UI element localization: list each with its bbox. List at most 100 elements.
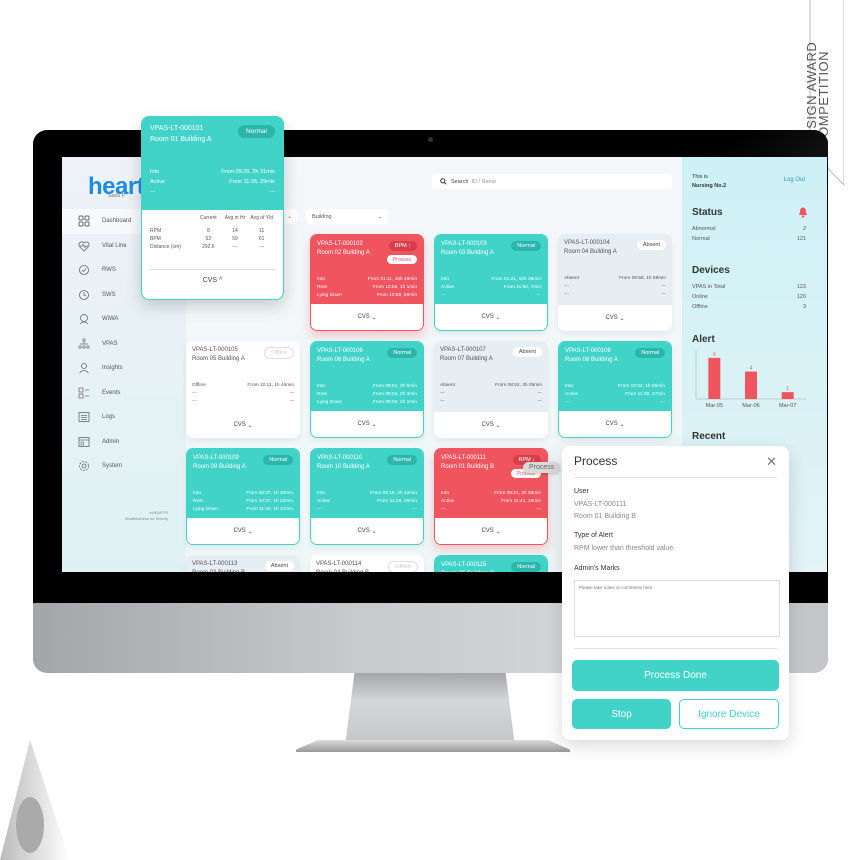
device-card[interactable]: VPAS-LT-000115Room 05 Building BNormalCV…	[434, 555, 548, 572]
table-cell: ---	[232, 244, 238, 250]
status-row-normal: Normal 121	[692, 236, 806, 242]
device-card[interactable]: VPAS-LT-000104 Room 04 Building A Absent Ab…	[558, 234, 672, 331]
cvs-expand-button[interactable]: CVS ⌄	[311, 304, 423, 330]
bar-value-label: 1	[786, 386, 789, 392]
activity-label: Rest	[317, 392, 327, 397]
sidebar-item-insights[interactable]: Insights	[62, 356, 186, 381]
user-icon	[78, 362, 90, 374]
device-card[interactable]: VPAS-LT-000102 Room 02 Building A BPM ↑ Pro…	[310, 234, 424, 331]
activity-time: From 10:56, 1h 1min	[372, 285, 417, 290]
nurse-name: Nursing No.2	[692, 183, 727, 189]
footer-tagline: Healthfulness for Elderly	[124, 516, 168, 521]
close-icon[interactable]: ✕	[766, 454, 777, 470]
activity-label: Into	[441, 491, 450, 496]
activity-label: ---	[441, 293, 446, 298]
activity-rows: Absent From 09:58, 1h 59min --- --- --- ---	[564, 275, 666, 299]
table-cell: 292.6	[202, 244, 215, 250]
table-header: Current Avg in Hr Avg of Yld	[150, 215, 275, 221]
card-header: VPAS-LT-000111 Room 01 Building B RPM ↓ Pro…	[435, 449, 547, 520]
cvs-expand-button[interactable]: CVS ⌄	[559, 411, 671, 437]
award-logo-icon	[0, 740, 70, 860]
device-card[interactable]: VPAS-LT-000103 Room 03 Building A Normal In…	[434, 234, 548, 331]
activity-row: Rest From 09:04, 2h 3min	[317, 391, 417, 399]
activity-row: --- ---	[565, 399, 665, 407]
device-card[interactable]: VPAS-LT-000113Room 03 Building BAbsentCV…	[186, 555, 300, 572]
activity-rows: Into From 09:15, 2h 42min Active From 11:28…	[317, 490, 417, 514]
search-input[interactable]: Search ID / Name	[432, 174, 672, 189]
device-card[interactable]: VPAS-LT-000106 Room 06 Building A Normal In…	[310, 341, 424, 438]
activity-time: ---	[661, 284, 666, 289]
activity-row: --- ---	[192, 398, 294, 406]
cvs-expand-button[interactable]: CVS ⌄	[187, 518, 299, 544]
column-header: Avg of Yld	[250, 215, 273, 221]
activity-time: From 09:06, 2h 1min	[372, 400, 417, 405]
status-badge: Absent	[636, 240, 666, 250]
cvs-label: CVS	[357, 314, 370, 320]
cvs-expand-button[interactable]: CVS ⌄	[434, 412, 548, 438]
activity-time: From 11:30, 27min	[625, 392, 665, 397]
sidebar-item-wiwa[interactable]: WiWA	[62, 307, 186, 332]
cvs-collapse-button[interactable]: CVS ^	[142, 277, 283, 284]
sidebar-item-events[interactable]: Events	[62, 381, 186, 406]
sidebar-item-logs[interactable]: Logs	[62, 405, 186, 430]
admin-marks-input[interactable]	[574, 580, 780, 637]
status-badge: Absent	[512, 347, 542, 357]
device-card[interactable]: VPAS-LT-000110 Room 10 Building A Normal In…	[310, 448, 424, 545]
table-cell: 59	[232, 236, 238, 242]
sidebar-item-admin[interactable]: Admin	[62, 430, 186, 455]
activity-time: ---	[536, 507, 541, 512]
divider	[574, 648, 777, 649]
activity-row: --- ---	[440, 390, 542, 398]
cvs-expand-button[interactable]: CVS ⌄	[435, 518, 547, 544]
cvs-label: CVS	[357, 528, 370, 534]
admin-marks-label: Admin's Marks	[574, 565, 620, 572]
alert-bar	[745, 371, 757, 399]
cvs-label: CVS	[481, 314, 494, 320]
ignore-device-button[interactable]: Ignore Device	[679, 699, 779, 729]
device-card[interactable]: VPAS-LT-000114Room 04 Building BOfflineC…	[310, 555, 424, 572]
bell-icon[interactable]	[798, 207, 808, 218]
activity-label: ---	[192, 391, 197, 396]
activity-label: ---	[441, 507, 446, 512]
device-card[interactable]: VPAS-LT-000105 Room 05 Building A Offline O…	[186, 341, 300, 438]
activity-row: Into From 08:27, 1h 30min	[193, 490, 293, 498]
device-card[interactable]: VPAS-LT-000109 Room 09 Building A Normal In…	[186, 448, 300, 545]
status-label: Normal	[692, 236, 710, 242]
activity-row: Into From 09:21, 2h 36min	[441, 490, 541, 498]
cvs-expand-button[interactable]: CVS ⌄	[311, 411, 423, 437]
activity-time: From 11:50, 7min	[503, 285, 541, 290]
chevron-down-icon: ⌄	[371, 421, 377, 428]
monitor-stand	[345, 673, 515, 743]
sidebar-item-vpas[interactable]: VPAS	[62, 332, 186, 357]
building-dropdown[interactable]: Building ⌄	[306, 209, 388, 224]
stop-button[interactable]: Stop	[572, 699, 671, 729]
device-card[interactable]: VPAS-LT-000108 Room 08 Building A Normal In…	[558, 341, 672, 438]
logout-link[interactable]: Log Out	[784, 177, 805, 183]
status-badge: Normal	[238, 125, 275, 138]
cvs-expand-button[interactable]: CVS ⌄	[311, 518, 423, 544]
device-card[interactable]: VPAS-LT-000107 Room 07 Building A Absent Ab…	[434, 341, 548, 438]
user-label: User	[574, 488, 589, 495]
activity-label: Lying Down	[193, 507, 218, 512]
activity-row: Into From 10:02, 1h 55min	[565, 383, 665, 391]
activity-time: ---	[661, 292, 666, 297]
activity-label: ---	[565, 400, 570, 405]
sidebar-item-system[interactable]: System	[62, 454, 186, 479]
device-card-expanded[interactable]: VPAS-LT-000101 Room 01 Building A Normal…	[141, 116, 284, 300]
card-header: VPAS-LT-000105 Room 05 Building A Offline O…	[186, 341, 300, 412]
cvs-expand-button[interactable]: CVS ⌄	[435, 304, 547, 330]
activity-label: Active	[317, 499, 331, 504]
activity-label: Lying Down	[317, 400, 342, 405]
activity-rows: Into From 01:21, 10h 36min Active From 11:5…	[441, 276, 541, 300]
cvs-expand-button[interactable]: CVS ⌄	[558, 305, 672, 331]
activity-label: Into	[193, 491, 202, 496]
activity-time: ---	[289, 391, 294, 396]
process-done-button[interactable]: Process Done	[572, 660, 779, 691]
camera-icon	[428, 137, 433, 142]
cvs-expand-button[interactable]: CVS ⌄	[186, 412, 300, 438]
clock-icon	[78, 289, 90, 301]
table-row: Distance (cm) 292.6 --- ---	[150, 243, 275, 251]
brand-footer: eHEARTS Healthfulness for Elderly	[125, 510, 168, 522]
table-cell: BPM	[150, 236, 161, 242]
process-button[interactable]: Process	[386, 255, 417, 264]
